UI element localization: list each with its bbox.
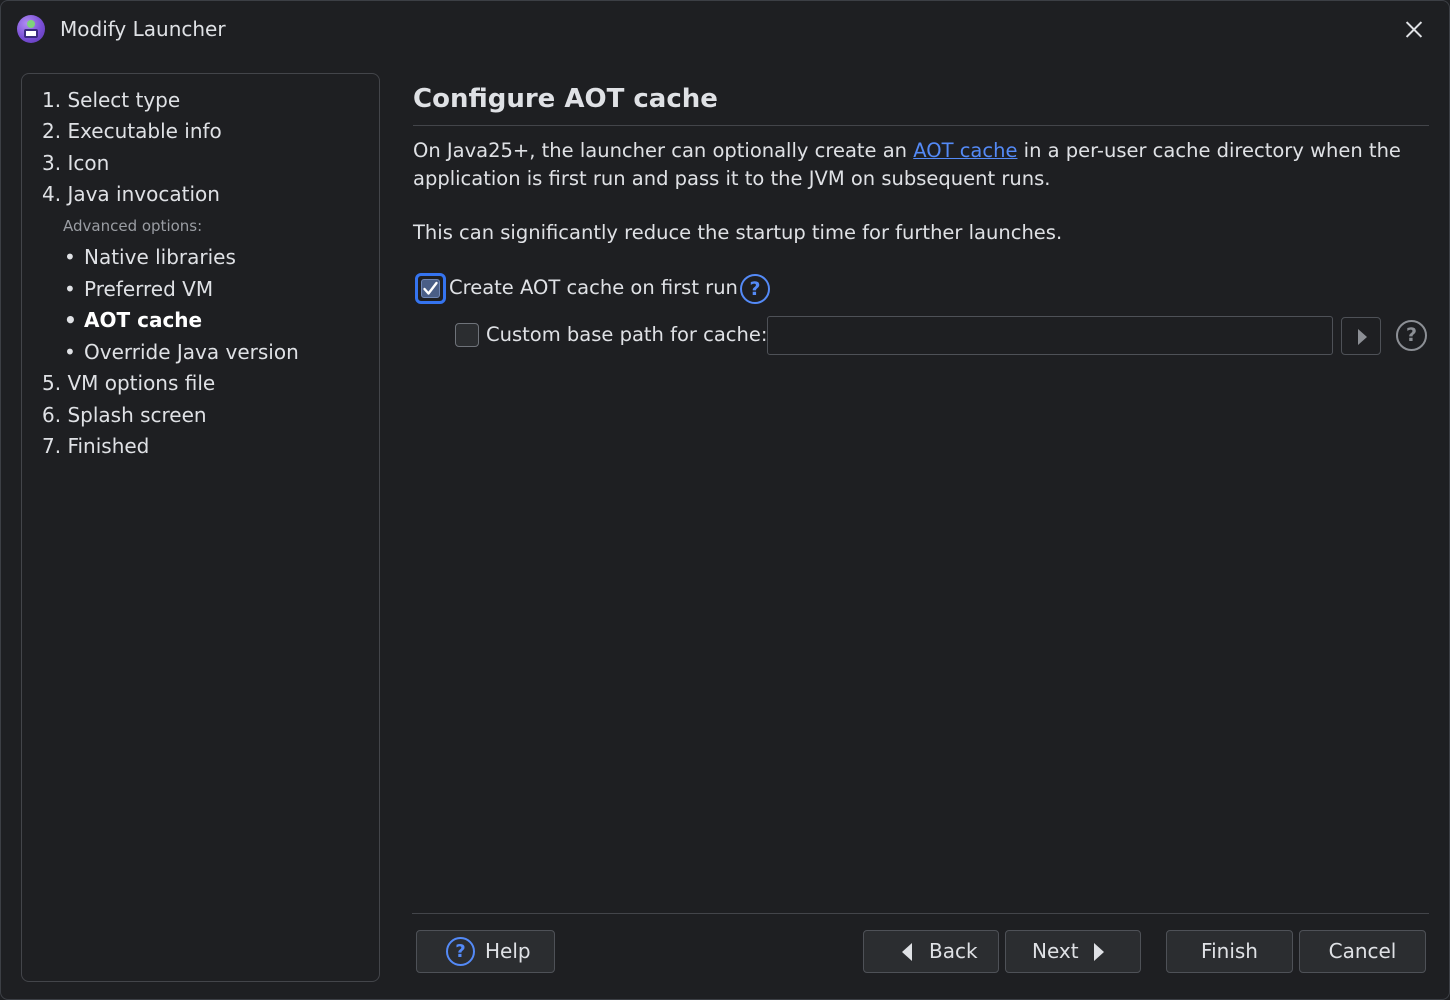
custom-path-checkbox[interactable] [455, 323, 479, 347]
help-button-label: Help [485, 939, 531, 963]
next-button[interactable]: Next [1005, 930, 1141, 973]
create-cache-label[interactable]: Create AOT cache on first run [449, 275, 738, 301]
app-logo-head [27, 20, 35, 28]
modify-launcher-dialog: Modify Launcher 1. Select type 2. Execut… [0, 0, 1450, 1000]
description-secondary: This can significantly reduce the startu… [413, 221, 1063, 244]
help-button[interactable]: ? Help [416, 930, 555, 973]
cancel-button[interactable]: Cancel [1299, 930, 1426, 973]
steps-sidebar: 1. Select type 2. Executable info 3. Ico… [21, 73, 380, 982]
back-button[interactable]: Back [863, 930, 999, 973]
bullet: • [64, 245, 76, 269]
app-logo-body [24, 29, 38, 38]
advanced-options-label: Advanced options: [63, 217, 203, 235]
title-divider [413, 125, 1429, 126]
step-java-invocation[interactable]: 4. Java invocation [42, 181, 220, 207]
help-icon[interactable]: ? [740, 274, 770, 304]
browse-button[interactable] [1341, 317, 1381, 355]
description-text: On Java25+, the launcher can optionally … [413, 139, 914, 162]
create-cache-checkbox[interactable] [415, 273, 446, 304]
app-logo-icon [17, 15, 45, 43]
sidebar-item-label: Native libraries [84, 245, 236, 269]
sidebar-item-label: Override Java version [84, 340, 299, 364]
close-icon[interactable] [1399, 14, 1429, 44]
title-bar: Modify Launcher [1, 1, 1449, 57]
sidebar-item-preferred-vm[interactable]: • Preferred VM [64, 276, 213, 302]
sidebar-item-override-java-version[interactable]: • Override Java version [64, 339, 299, 365]
step-icon[interactable]: 3. Icon [42, 150, 109, 176]
help-icon-disabled[interactable]: ? [1396, 320, 1427, 351]
bullet: • [64, 340, 76, 364]
sidebar-item-aot-cache[interactable]: • AOT cache [64, 307, 202, 333]
footer-divider [412, 913, 1429, 914]
step-vm-options-file[interactable]: 5. VM options file [42, 370, 215, 396]
step-select-type[interactable]: 1. Select type [42, 87, 180, 113]
sidebar-item-label: Preferred VM [84, 277, 214, 301]
custom-path-input[interactable] [767, 316, 1333, 355]
help-icon: ? [446, 937, 475, 966]
next-button-label: Next [1032, 939, 1079, 963]
page-title: Configure AOT cache [413, 84, 718, 114]
sidebar-item-native-libraries[interactable]: • Native libraries [64, 244, 236, 270]
description: On Java25+, the launcher can optionally … [413, 137, 1413, 193]
step-splash-screen[interactable]: 6. Splash screen [42, 402, 207, 428]
window-title: Modify Launcher [60, 17, 226, 41]
step-finished[interactable]: 7. Finished [42, 433, 149, 459]
step-executable-info[interactable]: 2. Executable info [42, 118, 222, 144]
sidebar-item-label: AOT cache [84, 308, 203, 332]
custom-path-label[interactable]: Custom base path for cache: [486, 322, 767, 348]
arrow-right-icon [1094, 943, 1104, 961]
bullet: • [64, 277, 76, 301]
aot-cache-link[interactable]: AOT cache [913, 139, 1017, 162]
back-button-label: Back [929, 939, 978, 963]
play-arrow-icon [1358, 329, 1367, 345]
arrow-left-icon [902, 943, 912, 961]
checkmark-icon [423, 281, 438, 295]
finish-button[interactable]: Finish [1166, 930, 1293, 973]
bullet: • [64, 308, 77, 332]
